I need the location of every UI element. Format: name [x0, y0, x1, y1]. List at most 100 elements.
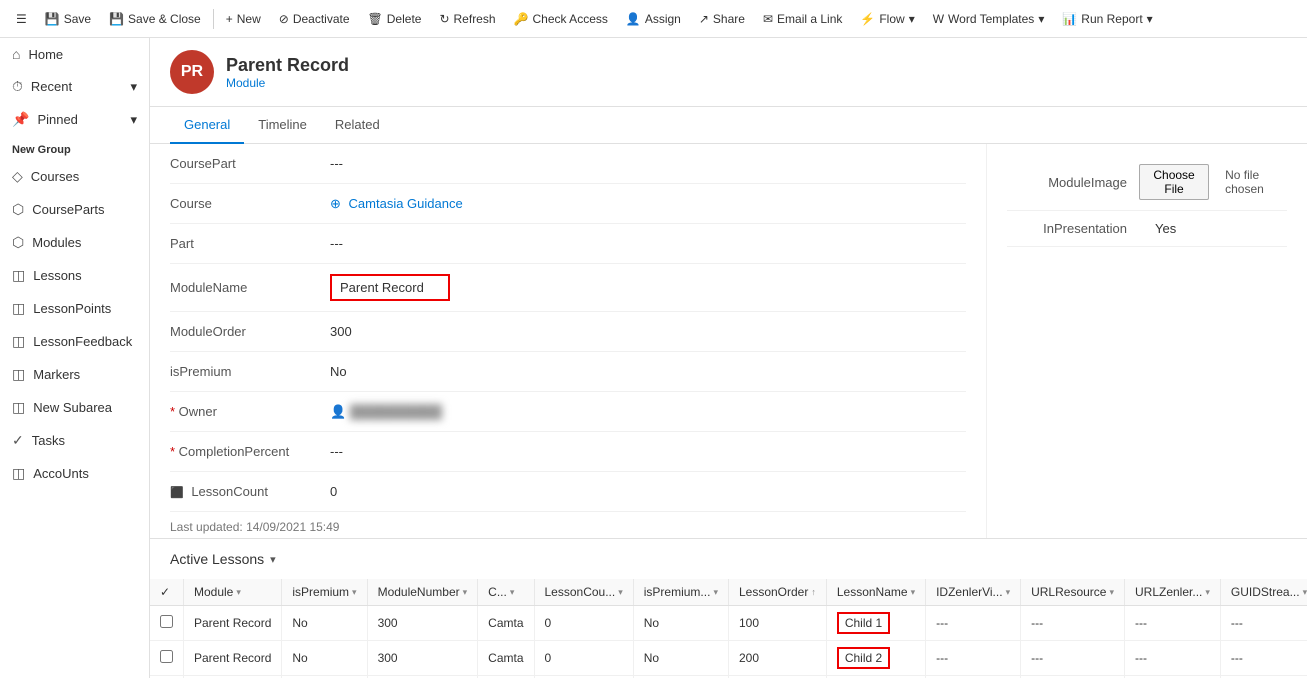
lessonorder-sort-icon: ↑ [811, 587, 816, 597]
tab-general[interactable]: General [170, 107, 244, 144]
assign-button[interactable]: 👤 Assign [618, 8, 689, 30]
new-icon: + [226, 12, 233, 26]
email-link-button[interactable]: ✉ Email a Link [755, 8, 850, 30]
hamburger-button[interactable]: ☰ [8, 8, 35, 30]
delete-icon: 🗑 [368, 12, 383, 26]
th-ispremium2[interactable]: isPremium... ▾ [633, 579, 728, 606]
sidebar-item-lessons[interactable]: ◫ Lessons [0, 259, 149, 292]
sidebar-item-lessonpoints[interactable]: ◫ LessonPoints [0, 292, 149, 325]
cell-modulenumber: 300 [367, 641, 478, 676]
th-lessoncou[interactable]: LessonCou... ▾ [534, 579, 633, 606]
new-button[interactable]: + New [218, 8, 269, 30]
active-lessons-table: ✓ Module ▾ isPremium ▾ [150, 579, 1307, 678]
th-urlzenler[interactable]: URLZenler... ▾ [1125, 579, 1221, 606]
modulename-highlighted[interactable]: Parent Record [330, 274, 450, 301]
sidebar-item-home[interactable]: ⌂ Home [0, 38, 149, 70]
last-updated-value: 14/09/2021 15:49 [246, 520, 339, 534]
recent-icon: ⏱ [12, 78, 23, 95]
row-checkbox[interactable] [150, 606, 184, 641]
record-header: PR Parent Record Module [150, 38, 1307, 107]
ispremium-sort-icon: ▾ [352, 587, 357, 598]
course-link[interactable]: Camtasia Guidance [349, 196, 463, 211]
tab-timeline[interactable]: Timeline [244, 107, 321, 144]
sidebar-item-courseparts[interactable]: ⬡ CourseParts [0, 193, 149, 226]
check-access-icon: 🔑 [514, 12, 529, 26]
refresh-icon: ↻ [439, 12, 449, 26]
cell-lessonorder: 100 [728, 606, 826, 641]
completionpercent-label: CompletionPercent [170, 444, 330, 459]
subgrid-table-container: ✓ Module ▾ isPremium ▾ [150, 579, 1307, 678]
record-info: Parent Record Module [226, 55, 349, 90]
flow-icon: ⚡ [860, 12, 875, 26]
save-button[interactable]: 💾 Save [37, 8, 99, 30]
table-body: Parent RecordNo300Camta0No100Child 1----… [150, 606, 1307, 678]
subgrid-chevron-icon[interactable]: ▾ [270, 553, 276, 566]
refresh-button[interactable]: ↻ Refresh [431, 8, 503, 30]
sidebar-item-new-subarea[interactable]: ◫ New Subarea [0, 391, 149, 424]
delete-button[interactable]: 🗑 Delete [360, 8, 430, 30]
table-row: Parent RecordNo300Camta0No100Child 1----… [150, 606, 1307, 641]
lessons-icon: ◫ [12, 267, 25, 284]
last-updated: Last updated: 14/09/2021 15:49 [170, 512, 966, 538]
module-sort-icon: ▾ [236, 587, 241, 598]
inpresentation-value: Yes [1155, 221, 1176, 236]
sidebar: ⌂ Home ⏱ Recent ▾ 📌 Pinned ▾ New Group ◇… [0, 38, 150, 678]
content-area: PR Parent Record Module General Timeline… [150, 38, 1307, 678]
cell-ispremium: No [282, 641, 367, 676]
urlresource-sort-icon: ▾ [1109, 587, 1114, 598]
th-ispremium[interactable]: isPremium ▾ [282, 579, 367, 606]
cell-modulenumber: 300 [367, 606, 478, 641]
th-urlresource[interactable]: URLResource ▾ [1021, 579, 1125, 606]
run-report-button[interactable]: 📊 Run Report ▾ [1054, 8, 1160, 30]
sidebar-item-courses[interactable]: ◇ Courses [0, 160, 149, 193]
lesson-name-highlighted: Child 2 [837, 647, 890, 669]
sidebar-item-accounts[interactable]: ◫ AccoUnts [0, 457, 149, 490]
th-guidstrea[interactable]: GUIDStrea... ▾ [1220, 579, 1307, 606]
check-access-button[interactable]: 🔑 Check Access [506, 8, 616, 30]
th-lessonname[interactable]: LessonName ▾ [826, 579, 925, 606]
form-area: CoursePart --- Course ⊕ Camtasia Guidanc… [150, 144, 1307, 538]
part-value: --- [330, 236, 966, 251]
deactivate-button[interactable]: ⊘ Deactivate [271, 8, 358, 30]
sidebar-item-pinned[interactable]: 📌 Pinned ▾ [0, 103, 149, 136]
sidebar-label-lessons: Lessons [33, 268, 81, 283]
toolbar: ☰ 💾 Save 💾 Save & Close + New ⊘ Deactiva… [0, 0, 1307, 38]
cell-lessonname: Child 1 [826, 606, 925, 641]
cell-urlzenler: --- [1125, 641, 1221, 676]
sidebar-item-tasks[interactable]: ✓ Tasks [0, 424, 149, 457]
cell-idzenlervl: --- [926, 606, 1021, 641]
sidebar-label-home: Home [28, 47, 63, 62]
share-button[interactable]: ↗ Share [691, 8, 753, 30]
sidebar-item-markers[interactable]: ◫ Markers [0, 358, 149, 391]
th-idzenlervl[interactable]: IDZenlerVi... ▾ [926, 579, 1021, 606]
cell-guidstrea: --- [1220, 606, 1307, 641]
word-templates-button[interactable]: W Word Templates ▾ [925, 8, 1053, 30]
choose-file-button[interactable]: Choose File [1139, 164, 1209, 200]
part-label: Part [170, 236, 330, 251]
sidebar-item-recent[interactable]: ⏱ Recent ▾ [0, 70, 149, 103]
th-c[interactable]: C... ▾ [478, 579, 534, 606]
th-modulenumber[interactable]: ModuleNumber ▾ [367, 579, 478, 606]
course-value: ⊕ Camtasia Guidance [330, 196, 966, 212]
assign-icon: 👤 [626, 12, 641, 26]
tab-related[interactable]: Related [321, 107, 394, 144]
flow-button[interactable]: ⚡ Flow ▾ [852, 8, 922, 30]
th-lessonorder[interactable]: LessonOrder ↑ [728, 579, 826, 606]
moduleimage-row: ModuleImage Choose File No file chosen [1007, 154, 1287, 211]
cell-lessonorder: 200 [728, 641, 826, 676]
cell-lessonname: Child 2 [826, 641, 925, 676]
c-sort-icon: ▾ [510, 587, 515, 598]
completionpercent-row: CompletionPercent --- [170, 432, 966, 472]
sidebar-item-lessonfeedback[interactable]: ◫ LessonFeedback [0, 325, 149, 358]
sidebar-label-tasks: Tasks [32, 433, 65, 448]
modulenumber-sort-icon: ▾ [463, 587, 468, 598]
run-report-icon: 📊 [1062, 12, 1077, 26]
moduleimage-label: ModuleImage [1007, 175, 1127, 190]
row-checkbox[interactable] [150, 641, 184, 676]
save-close-button[interactable]: 💾 Save & Close [101, 8, 209, 30]
ispremium-row: isPremium No [170, 352, 966, 392]
th-module[interactable]: Module ▾ [184, 579, 282, 606]
save-icon: 💾 [45, 12, 60, 26]
sidebar-item-modules[interactable]: ⬡ Modules [0, 226, 149, 259]
cell-urlresource: --- [1021, 606, 1125, 641]
